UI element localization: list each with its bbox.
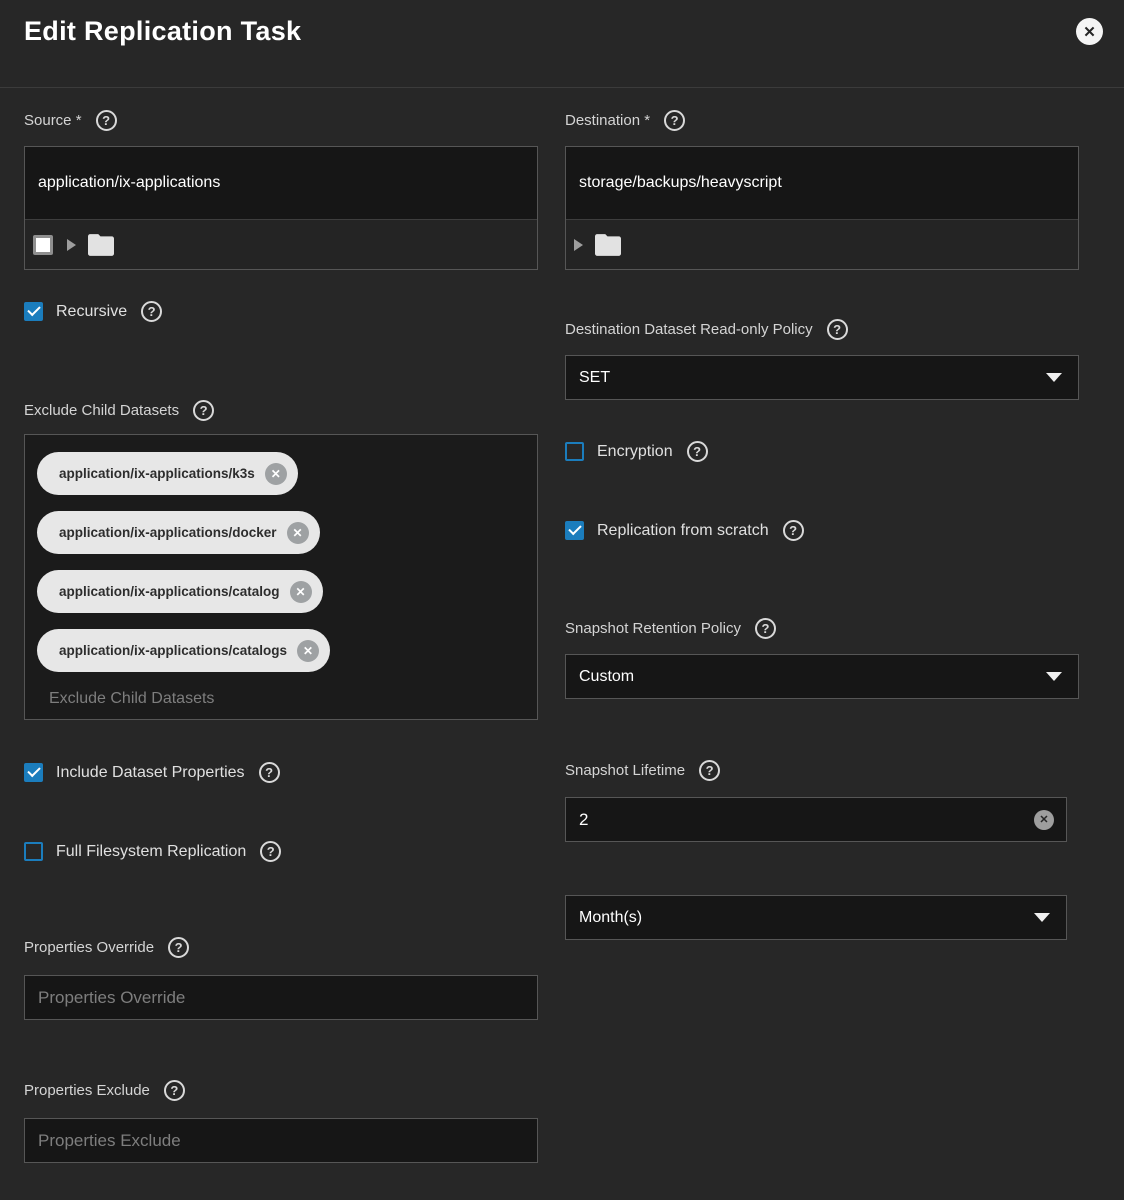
chip-label: application/ix-applications/catalogs [59,643,288,658]
destination-label-row: Destination * [565,110,686,131]
remove-circle-icon[interactable] [286,521,309,544]
help-circle-icon[interactable] [826,319,848,340]
destination-input[interactable] [566,147,1078,219]
snapshot-retention-policy-select[interactable]: Custom [565,654,1079,699]
snapshot-retention-policy-value: Custom [579,667,635,685]
encryption-checkbox[interactable] [565,442,584,461]
remove-circle-icon[interactable] [289,580,312,603]
help-circle-icon[interactable] [163,1080,185,1101]
folder-icon [88,233,114,256]
help-circle-icon[interactable] [260,841,282,862]
chevron-down-icon [1046,672,1062,681]
destination-tree-row[interactable] [566,219,1078,269]
dialog-header: Edit Replication Task [0,0,1124,88]
snapshot-lifetime-unit-select[interactable]: Month(s) [565,895,1067,940]
chip: application/ix-applications/catalog [37,570,323,613]
snapshot-lifetime-input[interactable] [566,798,1034,841]
destination-label: Destination * [565,111,651,129]
help-circle-icon[interactable] [664,110,686,131]
readonly-policy-value: SET [579,368,611,386]
include-dataset-properties-label: Include Dataset Properties [56,763,245,781]
replication-from-scratch-label: Replication from scratch [597,521,769,539]
chevron-right-icon[interactable] [574,238,583,251]
snapshot-retention-policy-label: Snapshot Retention Policy [565,619,741,637]
readonly-policy-label: Destination Dataset Read-only Policy [565,320,813,338]
readonly-policy-select[interactable]: SET [565,355,1079,400]
full-filesystem-replication-label: Full Filesystem Replication [56,842,247,860]
exclude-label-row: Exclude Child Datasets [24,400,215,421]
replication-from-scratch-row: Replication from scratch [565,520,804,541]
properties-exclude-label: Properties Exclude [24,1081,150,1099]
chevron-right-icon[interactable] [67,238,76,251]
dialog-body: Source * Recursive Exclude Child Dataset… [0,88,1124,1163]
properties-override-field [24,975,538,1020]
chevron-down-icon [1034,913,1050,922]
chip-label: application/ix-applications/k3s [59,466,255,481]
help-circle-icon[interactable] [782,520,804,541]
properties-exclude-input[interactable] [25,1119,525,1162]
chip-label: application/ix-applications/docker [59,525,277,540]
help-circle-icon[interactable] [754,618,776,639]
left-column: Source * Recursive Exclude Child Dataset… [24,88,538,1163]
folder-icon [595,233,621,256]
full-filesystem-replication-checkbox[interactable] [24,842,43,861]
snapshot-retention-policy-label-row: Snapshot Retention Policy [565,618,776,639]
properties-override-input[interactable] [25,976,525,1019]
chip: application/ix-applications/docker [37,511,320,554]
dialog-title: Edit Replication Task [24,16,302,46]
properties-exclude-label-row: Properties Exclude [24,1080,185,1101]
recursive-checkbox[interactable] [24,302,43,321]
remove-circle-icon[interactable] [264,462,287,485]
source-input[interactable] [25,147,537,219]
help-circle-icon[interactable] [95,110,117,131]
replication-from-scratch-checkbox[interactable] [565,521,584,540]
help-circle-icon[interactable] [686,441,708,462]
recursive-row: Recursive [24,301,163,322]
source-label: Source * [24,111,82,129]
chip: application/ix-applications/catalogs [37,629,331,672]
snapshot-lifetime-label-row: Snapshot Lifetime [565,760,721,781]
snapshot-lifetime-field [565,797,1067,842]
chip-input-placeholder: Exclude Child Datasets [49,690,215,707]
remove-circle-icon[interactable] [297,639,320,662]
include-dataset-properties-checkbox[interactable] [24,763,43,782]
chip-label: application/ix-applications/catalog [59,584,280,599]
tree-node-checkbox[interactable] [33,234,53,255]
destination-dataset-explorer [565,146,1079,270]
properties-exclude-field [24,1118,538,1163]
help-circle-icon[interactable] [141,301,163,322]
snapshot-lifetime-label: Snapshot Lifetime [565,761,686,779]
help-circle-icon[interactable] [699,760,721,781]
clear-circle-icon[interactable] [1034,809,1054,830]
properties-override-label-row: Properties Override [24,937,190,958]
source-label-row: Source * [24,110,117,131]
help-circle-icon[interactable] [193,400,215,421]
recursive-label: Recursive [56,302,128,320]
right-column: Destination * Destination Dataset Read-o… [565,88,1079,1163]
help-circle-icon[interactable] [168,937,190,958]
snapshot-lifetime-unit-value: Month(s) [579,908,643,926]
exclude-child-datasets-chip-input[interactable]: application/ix-applications/k3s applicat… [24,434,538,720]
encryption-row: Encryption [565,441,708,462]
properties-override-label: Properties Override [24,938,155,956]
encryption-label: Encryption [597,442,673,460]
chip: application/ix-applications/k3s [37,452,298,495]
chevron-down-icon [1046,373,1062,382]
full-filesystem-replication-row: Full Filesystem Replication [24,841,282,862]
help-circle-icon[interactable] [258,762,280,783]
close-icon[interactable] [1076,18,1103,45]
include-dataset-properties-row: Include Dataset Properties [24,762,280,783]
source-tree-row[interactable] [25,219,537,269]
exclude-child-datasets-label: Exclude Child Datasets [24,401,180,419]
source-dataset-explorer [24,146,538,270]
readonly-policy-label-row: Destination Dataset Read-only Policy [565,319,848,340]
